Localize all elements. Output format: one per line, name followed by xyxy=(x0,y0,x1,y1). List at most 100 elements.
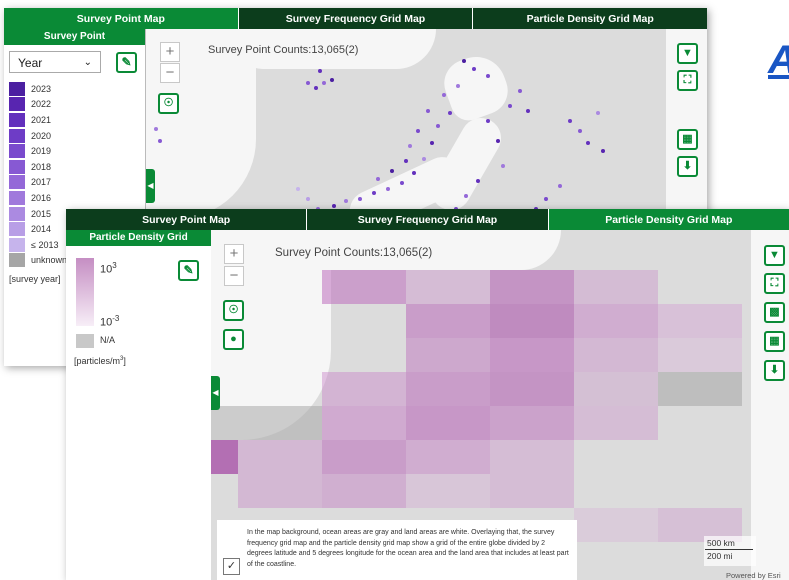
table-icon[interactable]: ▦ xyxy=(677,129,698,150)
grid-cell xyxy=(490,440,574,474)
globe-icon[interactable]: ☉ xyxy=(223,300,244,321)
grid-cell xyxy=(406,406,490,440)
survey-point xyxy=(426,109,430,113)
grid-cell xyxy=(574,270,658,304)
grid-cell xyxy=(406,338,490,372)
survey-point xyxy=(372,191,376,195)
survey-point xyxy=(456,84,460,88)
grid-cell xyxy=(406,372,490,406)
tab-bar: Survey Point Map Survey Frequency Grid M… xyxy=(66,209,789,230)
check-icon[interactable]: ✓ xyxy=(223,558,240,575)
grid-cell xyxy=(490,372,574,406)
survey-point xyxy=(464,194,468,198)
legend-label: 2023 xyxy=(31,83,52,94)
zoom-out-button[interactable]: − xyxy=(224,266,244,286)
table-icon[interactable]: ▦ xyxy=(764,331,785,352)
legend-high-base: 10 xyxy=(100,263,113,276)
map-note: In the map background, ocean areas are g… xyxy=(217,520,577,580)
grid-cell xyxy=(658,338,742,372)
legend-item: 2018 xyxy=(9,159,145,175)
legend-item: 2023 xyxy=(9,81,145,97)
survey-point xyxy=(578,129,582,133)
panel-title: Survey Point xyxy=(4,29,145,45)
survey-point xyxy=(422,157,426,161)
legend-low-exponent: -3 xyxy=(112,314,120,323)
legend-label: 2021 xyxy=(31,114,52,125)
legend-swatch xyxy=(9,112,25,127)
tab-particle-density-grid-map[interactable]: Particle Density Grid Map xyxy=(548,209,789,230)
zoom-in-button[interactable]: + xyxy=(224,244,244,264)
survey-point xyxy=(322,81,326,85)
survey-point xyxy=(344,199,348,203)
survey-point xyxy=(496,139,500,143)
grid-cell xyxy=(322,440,406,474)
corner-title: A xyxy=(768,38,789,83)
survey-point xyxy=(526,109,530,113)
tab-survey-point-map[interactable]: Survey Point Map xyxy=(66,209,308,230)
survey-point xyxy=(400,181,404,185)
survey-point xyxy=(486,119,490,123)
grid-cell xyxy=(406,270,490,304)
grid-cell xyxy=(490,474,574,508)
legend-swatch xyxy=(9,206,25,221)
legend-swatch xyxy=(9,190,25,205)
survey-point xyxy=(318,69,322,73)
collapse-arrow-icon[interactable]: ◀ xyxy=(211,376,220,410)
grid-cell xyxy=(238,440,322,474)
survey-point xyxy=(296,187,300,191)
legend-swatch xyxy=(9,81,25,96)
survey-point xyxy=(408,144,412,148)
pencil-icon[interactable]: ✎ xyxy=(178,260,199,281)
survey-point xyxy=(358,197,362,201)
grid-cell xyxy=(490,304,574,338)
unit-label-close: ] xyxy=(123,356,126,366)
grid-cell xyxy=(406,304,490,338)
legend-label: ≤ 2013 xyxy=(31,239,59,250)
na-swatch xyxy=(76,334,94,348)
survey-point xyxy=(430,141,434,145)
legend-label: 2017 xyxy=(31,177,52,188)
zoom-out-button[interactable]: − xyxy=(160,63,180,83)
scale-mi: 200 mi xyxy=(707,551,733,561)
particle-density-grid-map[interactable]: Survey Point Counts:13,065(2) + − ☉ ● ▼ … xyxy=(211,230,789,580)
legend-label: 2019 xyxy=(31,146,52,157)
grid-cell xyxy=(490,270,574,304)
legend-label: 2015 xyxy=(31,208,52,219)
chevron-down-icon: ⌄ xyxy=(83,57,92,68)
grid-cell xyxy=(574,304,658,338)
survey-point xyxy=(158,139,162,143)
panel-title: Particle Density Grid xyxy=(66,230,211,246)
survey-point xyxy=(462,59,466,63)
grid-cell xyxy=(211,440,238,474)
year-select[interactable]: Year ⌄ xyxy=(9,51,101,73)
unit-label: [particles/m3] xyxy=(74,356,126,366)
filter-icon[interactable]: ▼ xyxy=(764,245,785,266)
tab-survey-point-map[interactable]: Survey Point Map xyxy=(4,8,239,29)
filter-icon[interactable]: ▼ xyxy=(677,43,698,64)
globe-icon[interactable]: ☉ xyxy=(158,93,179,114)
grid-cell xyxy=(574,508,658,542)
survey-point xyxy=(448,111,452,115)
zoom-in-button[interactable]: + xyxy=(160,42,180,62)
legend-low-label: 10-3 xyxy=(100,314,119,329)
attribution[interactable]: Powered by Esri xyxy=(726,571,781,580)
pencil-icon[interactable]: ✎ xyxy=(116,52,137,73)
tab-particle-density-grid-map[interactable]: Particle Density Grid Map xyxy=(473,8,707,29)
survey-point xyxy=(416,129,420,133)
location-pin-icon[interactable]: ● xyxy=(223,329,244,350)
legend-swatch xyxy=(9,175,25,190)
download-icon[interactable]: ⬇ xyxy=(677,156,698,177)
legend-swatch xyxy=(9,222,25,237)
legend-swatch xyxy=(9,97,25,112)
tab-survey-frequency-grid-map[interactable]: Survey Frequency Grid Map xyxy=(307,209,549,230)
extent-icon[interactable]: ⛶ xyxy=(764,273,785,294)
collapse-arrow-icon[interactable]: ◀ xyxy=(146,169,155,203)
download-icon[interactable]: ⬇ xyxy=(764,360,785,381)
na-label: N/A xyxy=(100,335,116,345)
bar-chart-icon[interactable]: ▩ xyxy=(764,302,785,323)
survey-point xyxy=(558,184,562,188)
legend-high-exponent: 3 xyxy=(112,261,117,270)
legend-label: 2022 xyxy=(31,99,52,110)
tab-survey-frequency-grid-map[interactable]: Survey Frequency Grid Map xyxy=(239,8,474,29)
extent-icon[interactable]: ⛶ xyxy=(677,70,698,91)
